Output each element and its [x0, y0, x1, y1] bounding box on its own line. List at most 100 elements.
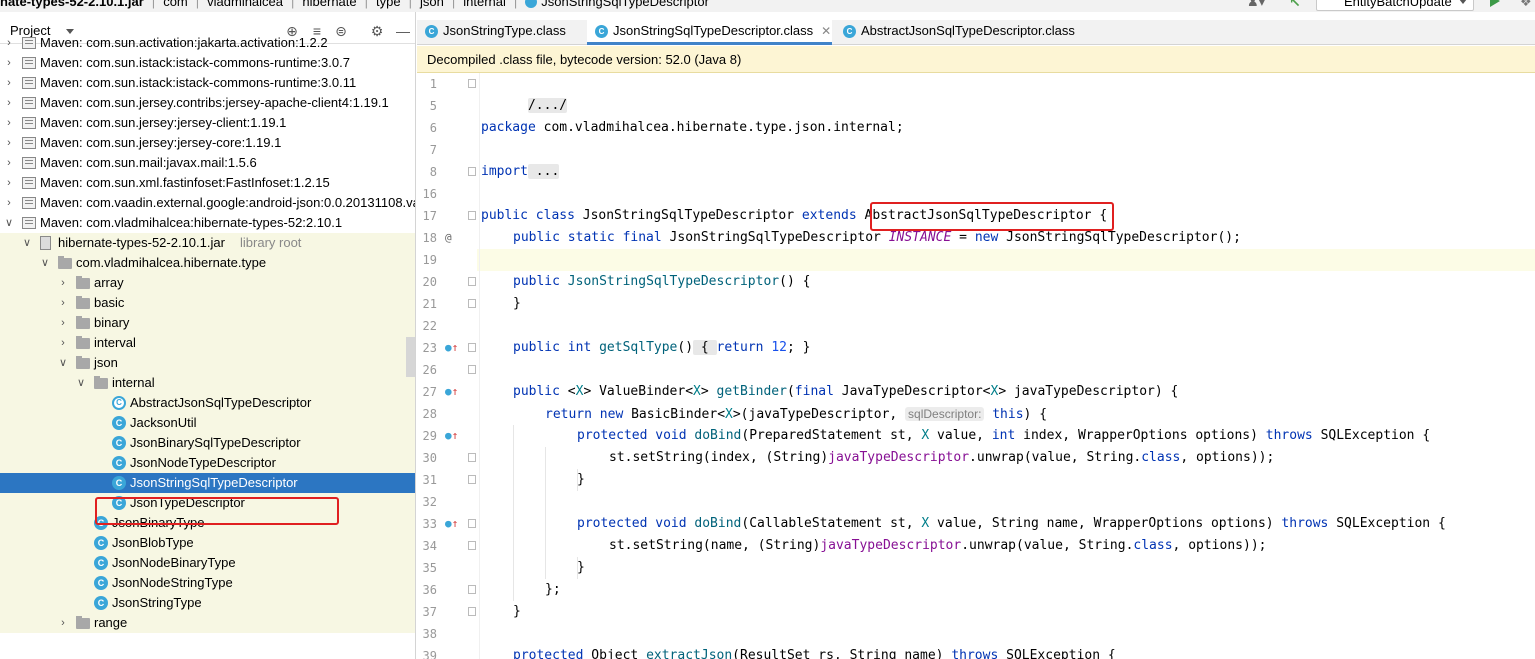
tree-item[interactable]: ∨ json	[0, 353, 415, 373]
chevron-down-icon[interactable]: ∨	[76, 373, 86, 393]
chevron-right-icon[interactable]: ›	[4, 73, 14, 93]
code-line: }	[577, 469, 585, 491]
tree-item[interactable]: ∨ Maven: com.vladmihalcea:hibernate-types…	[0, 213, 415, 233]
tree-item[interactable]: › Maven: com.sun.jersey.contribs:jersey-a…	[0, 93, 415, 113]
breadcrumb-class[interactable]: JsonStringSqlTypeDescriptor	[541, 0, 709, 9]
tree-item[interactable]: C JacksonUtil	[0, 413, 415, 433]
chevron-right-icon[interactable]: ›	[58, 333, 68, 353]
chevron-right-icon[interactable]: ›	[58, 313, 68, 333]
tree-item[interactable]: C JsonBlobType	[0, 533, 415, 553]
fold-toggle-icon[interactable]	[468, 475, 476, 484]
chevron-down-icon[interactable]: ∨	[4, 213, 14, 233]
override-gutter-icon[interactable]: ●↑	[445, 385, 458, 398]
override-gutter-icon[interactable]: ●↑	[445, 429, 458, 442]
tree-item[interactable]: ∨ com.vladmihalcea.hibernate.type	[0, 253, 415, 273]
code-text: }	[513, 604, 521, 619]
fold-toggle-icon[interactable]	[468, 365, 476, 374]
chevron-down-icon[interactable]: ∨	[58, 353, 68, 373]
folder-icon	[76, 616, 90, 629]
tree-item[interactable]: › binary	[0, 313, 415, 333]
chevron-right-icon[interactable]: ›	[4, 93, 14, 113]
breadcrumb-json[interactable]: json	[420, 0, 444, 9]
class-icon: C	[595, 25, 608, 38]
tree-item[interactable]: › interval	[0, 333, 415, 353]
fold-toggle-icon[interactable]	[468, 211, 476, 220]
tree-item-label: Maven: com.vaadin.external.google:androi…	[40, 195, 416, 210]
chevron-right-icon[interactable]: ›	[58, 273, 68, 293]
debug-icon[interactable]: ❖	[1520, 0, 1532, 10]
folded-imports[interactable]: ...	[527, 164, 560, 179]
scrollbar-thumb[interactable]	[406, 337, 415, 377]
fold-toggle-icon[interactable]	[468, 453, 476, 462]
tree-item[interactable]: › Maven: com.sun.istack:istack-commons-ru…	[0, 73, 415, 93]
run-configuration-select[interactable]: EntityBatchUpdate	[1316, 0, 1474, 11]
tree-item[interactable]: › Maven: com.sun.jersey:jersey-client:1.1…	[0, 113, 415, 133]
folded-header-comment[interactable]: /.../	[527, 98, 568, 113]
chevron-right-icon[interactable]: ›	[4, 173, 14, 193]
tree-item[interactable]: › Maven: com.sun.jersey:jersey-core:1.19.…	[0, 133, 415, 153]
tree-item[interactable]: › basic	[0, 293, 415, 313]
tree-item[interactable]: C JsonNodeBinaryType	[0, 553, 415, 573]
fold-toggle-icon[interactable]	[468, 167, 476, 176]
fold-toggle-icon[interactable]	[468, 343, 476, 352]
chevron-right-icon[interactable]: ›	[4, 193, 14, 213]
tab-json-string-sql-type-descriptor[interactable]: C JsonStringSqlTypeDescriptor.class ✕	[587, 20, 832, 45]
tree-item[interactable]: C JsonNodeStringType	[0, 573, 415, 593]
tree-item-label: interval	[94, 335, 136, 350]
chevron-right-icon[interactable]: ›	[4, 113, 14, 133]
chevron-right-icon[interactable]: ›	[4, 133, 14, 153]
fold-toggle-icon[interactable]	[468, 79, 476, 88]
run-icon[interactable]	[1490, 0, 1500, 7]
fold-toggle-icon[interactable]	[468, 519, 476, 528]
tree-item[interactable]: › range	[0, 613, 415, 633]
tab-json-string-type[interactable]: C JsonStringType.class	[417, 20, 584, 45]
chevron-down-icon[interactable]: ∨	[22, 233, 32, 253]
build-hammer-icon[interactable]: ↖	[1289, 0, 1301, 11]
breadcrumb-vladmihalcea[interactable]: vladmihalcea	[207, 0, 283, 9]
editor-tabs: C JsonStringType.class C JsonStringSqlTy…	[417, 20, 1535, 45]
chevron-right-icon[interactable]: ›	[4, 153, 14, 173]
breadcrumb-jar[interactable]: nate-types-52-2.10.1.jar	[0, 0, 144, 9]
breadcrumb-hibernate[interactable]: hibernate	[302, 0, 356, 9]
tree-item[interactable]: › array	[0, 273, 415, 293]
breadcrumb-internal[interactable]: internal	[463, 0, 506, 9]
chevron-right-icon[interactable]: ›	[58, 293, 68, 313]
fold-toggle-icon[interactable]	[468, 585, 476, 594]
line-number: 16	[422, 187, 437, 201]
fold-toggle-icon[interactable]	[468, 277, 476, 286]
close-icon[interactable]: ✕	[821, 24, 831, 38]
annotation-gutter-icon[interactable]: @	[445, 231, 452, 244]
tree-item[interactable]: › Maven: com.sun.istack:istack-commons-ru…	[0, 53, 415, 73]
code-line: };	[545, 579, 561, 601]
folder-icon	[76, 316, 90, 329]
tree-item[interactable]: C JsonStringSqlTypeDescriptor	[0, 473, 415, 493]
override-gutter-icon[interactable]: ●↑	[445, 341, 458, 354]
tree-item[interactable]: › Maven: com.sun.activation:jakarta.activ…	[0, 33, 415, 53]
tree-item[interactable]: › Maven: com.vaadin.external.google:andro…	[0, 193, 416, 213]
override-gutter-icon[interactable]: ●↑	[445, 517, 458, 530]
tree-item[interactable]: C JsonStringType	[0, 593, 415, 613]
tree-item[interactable]: C AbstractJsonSqlTypeDescriptor	[0, 393, 415, 413]
breadcrumb-type[interactable]: type	[376, 0, 401, 9]
breadcrumb-com[interactable]: com	[163, 0, 188, 9]
tree-item[interactable]: › Maven: com.sun.mail:javax.mail:1.5.6	[0, 153, 415, 173]
code-text: (	[786, 384, 795, 399]
tab-abstract-json-sql-type-descriptor[interactable]: C AbstractJsonSqlTypeDescriptor.class	[835, 20, 1075, 45]
fold-toggle-icon[interactable]	[468, 607, 476, 616]
tree-item[interactable]: C JsonBinarySqlTypeDescriptor	[0, 433, 415, 453]
chevron-right-icon[interactable]: ›	[4, 33, 14, 53]
code-editor[interactable]: 1 5 6 7 8 16 17 18 19 20 21 22 23 26 27 28 29 30 31 32 33 34 3…	[417, 73, 1535, 659]
tree-item[interactable]: › Maven: com.sun.xml.fastinfoset:FastInfo…	[0, 173, 415, 193]
tree-item[interactable]: ∨ hibernate-types-52-2.10.1.jar library ro…	[0, 233, 415, 253]
breadcrumb-separator: |	[151, 0, 156, 9]
tree-item[interactable]: ∨ internal	[0, 373, 415, 393]
code-keyword: public	[513, 274, 560, 289]
fold-toggle-icon[interactable]	[468, 299, 476, 308]
tree-item[interactable]: C JsonNodeTypeDescriptor	[0, 453, 415, 473]
chevron-right-icon[interactable]: ›	[58, 613, 68, 633]
fold-toggle-icon[interactable]	[468, 541, 476, 550]
code-text: =	[951, 230, 975, 245]
user-icon[interactable]: ♟▾	[1247, 0, 1269, 9]
chevron-down-icon[interactable]: ∨	[40, 253, 50, 273]
chevron-right-icon[interactable]: ›	[4, 53, 14, 73]
